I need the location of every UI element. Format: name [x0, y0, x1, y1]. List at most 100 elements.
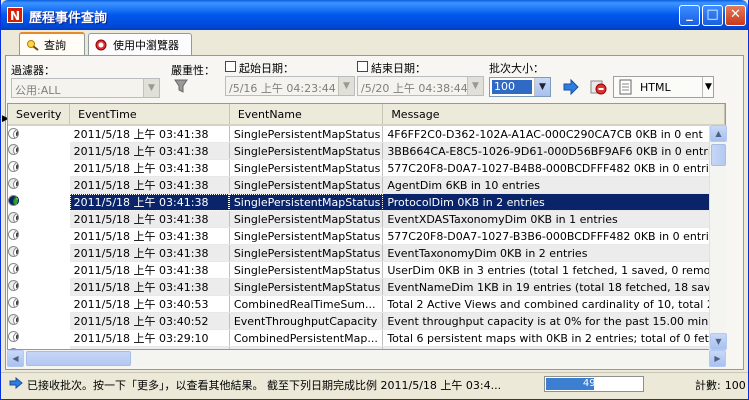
- table-row[interactable]: 0 2011/5/18 上午 03:41:38SinglePersistentMa…: [8, 278, 725, 296]
- event-time-cell: 2011/5/18 上午 03:41:38: [69, 227, 230, 245]
- severity-cell: 0: [8, 144, 19, 155]
- severity-level-icon: 0: [13, 332, 18, 341]
- event-name-cell: SinglePersistentMapStatus: [229, 193, 384, 211]
- severity-filter-icon[interactable]: [171, 77, 191, 97]
- event-time-cell: 2011/5/18 上午 03:41:38: [69, 142, 230, 160]
- table-row[interactable]: 0 2011/5/18 上午 03:40:52EventThroughputCap…: [8, 312, 725, 330]
- export-format-dropdown-icon[interactable]: ▼: [702, 77, 714, 97]
- table-row[interactable]: 0 2011/5/18 上午 03:41:38SinglePersistentMa…: [8, 261, 725, 279]
- table-row[interactable]: 0 2011/5/18 上午 03:29:10CombinedPersistent…: [8, 329, 725, 347]
- event-time-cell: 2011/5/18 上午 03:41:38: [69, 261, 230, 279]
- table-row[interactable]: 0 2011/5/18 上午 03:41:38SinglePersistentMa…: [8, 210, 725, 228]
- maximize-button[interactable]: □: [702, 5, 723, 26]
- horizontal-scrollbar[interactable]: ◀ ▶: [7, 350, 726, 367]
- severity-cell: 0: [8, 314, 19, 325]
- message-cell: ProtocolDim 0KB in 2 entries: [382, 193, 725, 211]
- export-format-select[interactable]: HTML ▼: [613, 76, 714, 98]
- batch-size-select[interactable]: 100 ▼: [489, 77, 551, 97]
- message-cell: 577C20F8-D0A7-1027-B3B6-000BCDFFF482 0KB…: [382, 227, 725, 245]
- horizontal-scroll-thumb[interactable]: [26, 351, 131, 366]
- magnifier-icon: [26, 39, 40, 51]
- message-cell: UserDim 0KB in 3 entries (total 1 fetche…: [382, 261, 725, 279]
- vertical-scroll-thumb[interactable]: [711, 144, 726, 166]
- record-count: 計數: 100: [691, 377, 746, 393]
- start-date-value: /5/16 上午 04:23:44: [229, 82, 336, 95]
- batch-size-dropdown-icon[interactable]: ▼: [534, 78, 550, 96]
- message-cell: Event throughput capacity is at 0% for t…: [382, 312, 725, 330]
- end-date-checkbox[interactable]: [357, 61, 368, 72]
- events-table: Severity EventTime EventName Message 0 20…: [7, 103, 726, 350]
- event-time-cell: 2011/5/18 上午 03:41:38: [69, 244, 230, 262]
- end-date-value: /5/20 上午 04:38:44: [361, 82, 468, 95]
- tab-query[interactable]: 查詢: [19, 32, 85, 56]
- tab-active-browser[interactable]: 使用中瀏覽器: [88, 33, 192, 55]
- scroll-down-icon[interactable]: ▼: [710, 333, 727, 350]
- end-date-field[interactable]: /5/20 上午 04:38:44 ▼: [357, 76, 484, 96]
- count-label: 計數:: [695, 379, 721, 392]
- end-date-dropdown-icon[interactable]: ▼: [467, 77, 483, 95]
- start-date-checkbox[interactable]: [225, 61, 236, 72]
- severity-level-icon: 0: [13, 264, 18, 273]
- table-row[interactable]: 0 2011/5/18 上午 03:41:38SinglePersistentMa…: [8, 227, 725, 245]
- event-time-cell: 2011/5/18 上午 03:41:38: [69, 278, 230, 296]
- column-header-eventname[interactable]: EventName: [229, 104, 384, 126]
- event-name-cell: SinglePersistentMapStatus: [229, 227, 384, 245]
- scroll-left-icon[interactable]: ◀: [7, 350, 24, 367]
- severity-cell: 0: [8, 229, 19, 240]
- event-time-cell: 2011/5/18 上午 03:40:53: [69, 295, 230, 313]
- close-button[interactable]: ✕: [725, 5, 746, 26]
- run-query-arrow-icon[interactable]: [561, 78, 581, 98]
- start-date-field[interactable]: /5/16 上午 04:23:44 ▼: [225, 76, 355, 96]
- severity-cell: 0: [8, 212, 19, 223]
- event-time-cell: 2011/5/18 上午 03:40:52: [69, 312, 230, 330]
- event-time-cell: 2011/5/18 上午 03:41:38: [69, 125, 230, 143]
- history-query-window: N 歷程事件查詢 _ □ ✕ 查詢 使用中瀏覽器 過濾器： 公用:ALL ▼ 嚴…: [0, 0, 749, 400]
- table-row[interactable]: 0 2011/5/18 上午 03:41:38SinglePersistentMa…: [8, 159, 725, 177]
- filter-select[interactable]: 公用:ALL ▼: [11, 78, 160, 98]
- vertical-scrollbar[interactable]: ▲ ▼: [709, 125, 727, 350]
- table-row[interactable]: 0 2011/5/18 上午 03:41:38SinglePersistentMa…: [8, 244, 725, 262]
- table-row[interactable]: 0 2011/5/18 上午 03:41:38SinglePersistentMa…: [8, 176, 725, 194]
- stop-query-icon[interactable]: [588, 78, 608, 98]
- event-name-cell: CombinedPersistentMap...: [229, 329, 384, 347]
- message-cell: Total 2 Active Views and combined cardin…: [382, 295, 725, 313]
- column-header-eventtime[interactable]: EventTime: [69, 104, 230, 126]
- browser-icon: [95, 39, 109, 51]
- severity-level-icon: 0: [13, 315, 18, 324]
- severity-cell: 0: [8, 280, 19, 291]
- table-row[interactable]: 1 2011/5/18 上午 03:41:38SinglePersistentMa…: [8, 193, 725, 211]
- severity-level-icon: 0: [13, 281, 18, 290]
- event-time-cell: 2011/5/18 上午 03:41:38: [69, 176, 230, 194]
- severity-level-icon: 1: [13, 196, 18, 205]
- window-title: 歷程事件查詢: [29, 11, 108, 26]
- event-time-cell: 2011/5/18 上午 03:41:38: [69, 159, 230, 177]
- table-row[interactable]: 0 2011/5/18 上午 03:41:38SinglePersistentMa…: [8, 125, 725, 143]
- more-results-arrow-icon[interactable]: [9, 376, 23, 392]
- minimize-button[interactable]: _: [679, 5, 700, 26]
- start-date-dropdown-icon[interactable]: ▼: [338, 77, 354, 95]
- severity-cell: 0: [8, 331, 19, 342]
- scroll-up-icon[interactable]: ▲: [710, 125, 727, 142]
- end-date-label: 結束日期：: [371, 62, 426, 75]
- event-name-cell: CombinedRealTimeSum...: [229, 295, 384, 313]
- batch-size-label: 批次大小：: [489, 62, 544, 75]
- column-header-message[interactable]: Message: [382, 104, 725, 126]
- severity-cell: 0: [8, 161, 19, 172]
- progress-bar: 49%: [544, 376, 644, 392]
- status-message: 已接收批次。按一下「更多」，以查看其他結果。 截至下列日期完成比例 2011/5…: [27, 379, 502, 392]
- event-time-cell: 2011/5/18 上午 03:41:38: [69, 193, 230, 211]
- title-bar[interactable]: N 歷程事件查詢 _ □ ✕: [1, 0, 748, 30]
- event-name-cell: SinglePersistentMapStatus: [229, 261, 384, 279]
- message-cell: EventTaxonomyDim 0KB in 2 entries: [382, 244, 725, 262]
- severity-cell: 0: [8, 297, 19, 308]
- scroll-right-icon[interactable]: ▶: [709, 350, 726, 367]
- event-name-cell: SinglePersistentMapStatus: [229, 159, 384, 177]
- message-cell: 3BB664CA-E8C5-1026-9D61-000D56BF9AF6 0KB…: [382, 142, 725, 160]
- message-cell: EventNameDim 1KB in 19 entries (total 18…: [382, 278, 725, 296]
- filter-dropdown-icon[interactable]: ▼: [143, 79, 159, 97]
- column-header-severity[interactable]: Severity: [8, 104, 71, 126]
- event-time-cell: 2011/5/18 上午 03:29:10: [69, 329, 230, 347]
- message-cell: EventXDASTaxonomyDim 0KB in 1 entries: [382, 210, 725, 228]
- table-row[interactable]: 0 2011/5/18 上午 03:41:38SinglePersistentMa…: [8, 142, 725, 160]
- table-row[interactable]: 0 2011/5/18 上午 03:40:53CombinedRealTimeSu…: [8, 295, 725, 313]
